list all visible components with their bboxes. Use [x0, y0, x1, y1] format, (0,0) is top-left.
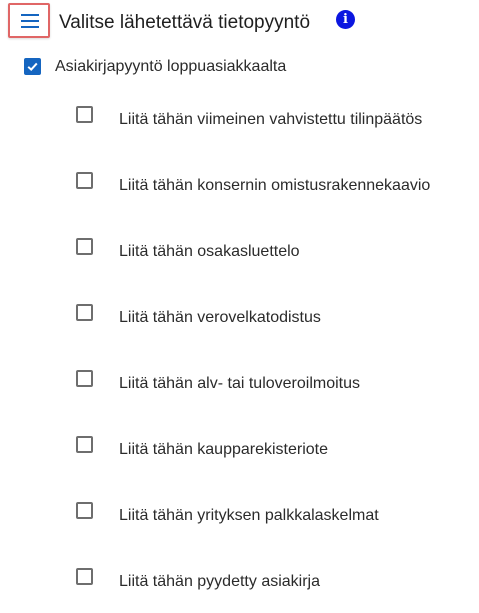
info-icon[interactable]: i [336, 10, 355, 29]
attachment-checkbox[interactable] [76, 304, 93, 321]
attachment-checkbox[interactable] [76, 370, 93, 387]
attachment-label[interactable]: Liitä tähän kaupparekisteriote [119, 440, 328, 460]
attachment-checkbox[interactable] [76, 172, 93, 189]
request-checkbox[interactable] [24, 58, 41, 75]
header: Valitse lähetettävä tietopyyntö i [0, 0, 479, 48]
attachment-label[interactable]: Liitä tähän viimeinen vahvistettu tilinp… [119, 110, 422, 130]
request-label[interactable]: Asiakirjapyyntö loppuasiakkaalta [55, 57, 286, 77]
attachment-item[interactable]: Liitä tähän verovelkatodistus [76, 304, 456, 334]
page-title: Valitse lähetettävä tietopyyntö [59, 12, 311, 33]
attachment-checkbox[interactable] [76, 238, 93, 255]
attachment-label[interactable]: Liitä tähän konsernin omistusrakennekaav… [119, 176, 430, 196]
checkmark-icon [27, 62, 38, 72]
attachment-item[interactable]: Liitä tähän viimeinen vahvistettu tilinp… [76, 106, 456, 136]
attachment-label[interactable]: Liitä tähän verovelkatodistus [119, 308, 321, 328]
attachment-checkbox[interactable] [76, 436, 93, 453]
attachment-item[interactable]: Liitä tähän pyydetty asiakirja [76, 568, 456, 598]
attachment-item[interactable]: Liitä tähän konsernin omistusrakennekaav… [76, 172, 456, 202]
attachment-checkbox[interactable] [76, 568, 93, 585]
attachment-label[interactable]: Liitä tähän alv- tai tuloveroilmoitus [119, 374, 360, 394]
attachment-label[interactable]: Liitä tähän pyydetty asiakirja [119, 572, 320, 592]
attachment-item[interactable]: Liitä tähän osakasluettelo [76, 238, 456, 268]
menu-button[interactable] [8, 3, 50, 38]
request-option[interactable]: Asiakirjapyyntö loppuasiakkaalta [24, 55, 444, 79]
attachment-item[interactable]: Liitä tähän alv- tai tuloveroilmoitus [76, 370, 456, 400]
hamburger-menu-icon [21, 14, 39, 28]
attachment-label[interactable]: Liitä tähän osakasluettelo [119, 242, 300, 262]
attachment-checkbox[interactable] [76, 106, 93, 123]
attachment-checkbox[interactable] [76, 502, 93, 519]
attachment-item[interactable]: Liitä tähän yrityksen palkkalaskelmat [76, 502, 456, 532]
attachment-item[interactable]: Liitä tähän kaupparekisteriote [76, 436, 456, 466]
attachment-label[interactable]: Liitä tähän yrityksen palkkalaskelmat [119, 506, 379, 526]
